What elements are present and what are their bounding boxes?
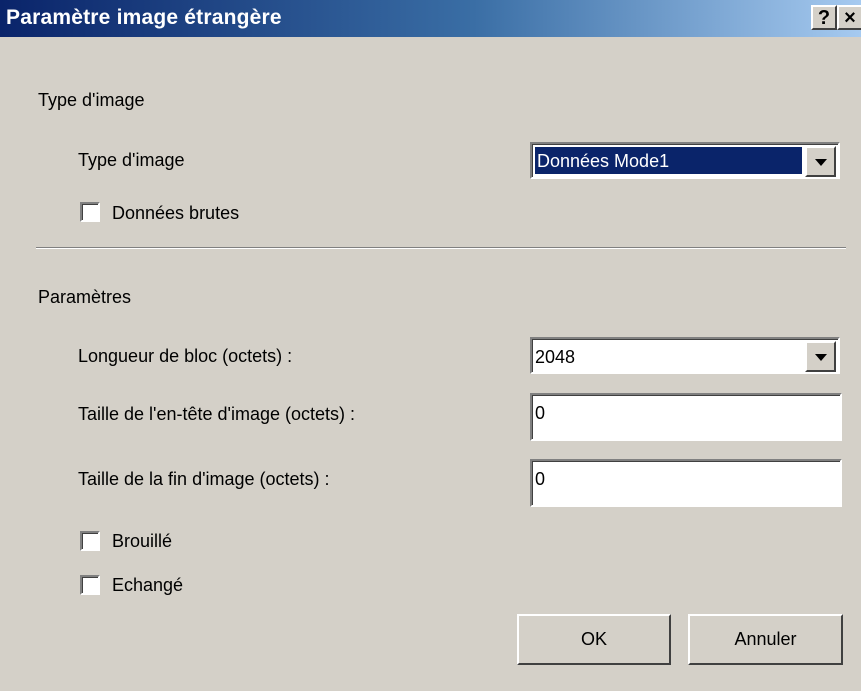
raw-data-checkbox[interactable]: [80, 202, 100, 222]
footer-size-label: Taille de la fin d'image (octets) :: [78, 469, 330, 489]
header-size-label: Taille de l'en-tête d'image (octets) :: [78, 404, 356, 424]
chevron-down-icon[interactable]: [805, 341, 836, 372]
title-bar: Paramètre image étrangère ? ×: [0, 0, 861, 37]
header-size-input[interactable]: 0: [530, 393, 842, 441]
footer-size-value: 0: [535, 469, 546, 489]
block-length-value: 2048: [535, 347, 576, 367]
help-button[interactable]: ?: [811, 5, 837, 30]
section-heading-image-type: Type d'image: [38, 90, 145, 110]
footer-size-input[interactable]: 0: [530, 459, 842, 507]
section-divider-highlight: [36, 248, 846, 249]
swapped-checkbox[interactable]: [80, 575, 100, 595]
header-size-value: 0: [535, 403, 546, 423]
section-heading-parameters: Paramètres: [38, 287, 132, 307]
ok-button[interactable]: OK: [517, 614, 671, 665]
close-button[interactable]: ×: [837, 5, 861, 30]
block-length-label: Longueur de bloc (octets) :: [78, 346, 293, 366]
window-title: Paramètre image étrangère: [6, 6, 282, 29]
image-type-label: Type d'image: [78, 150, 185, 170]
scrambled-checkbox[interactable]: [80, 531, 100, 551]
image-type-selected-value: Données Mode1: [535, 147, 802, 174]
cancel-button[interactable]: Annuler: [688, 614, 843, 665]
raw-data-label[interactable]: Données brutes: [112, 203, 239, 223]
chevron-down-icon[interactable]: [805, 146, 836, 177]
scrambled-label[interactable]: Brouillé: [112, 531, 172, 551]
swapped-label[interactable]: Echangé: [112, 575, 183, 595]
image-type-combobox[interactable]: Données Mode1: [530, 142, 840, 179]
block-length-combobox[interactable]: 2048: [530, 337, 840, 374]
